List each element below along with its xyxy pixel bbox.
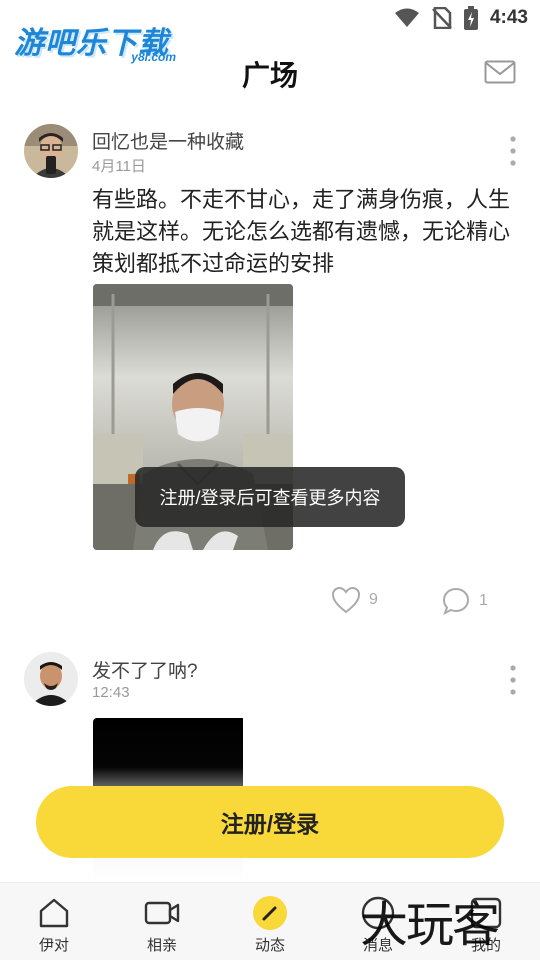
nav-label: 伊对 bbox=[38, 937, 69, 954]
mail-icon[interactable] bbox=[484, 60, 516, 84]
like-count: 9 bbox=[369, 591, 378, 608]
nav-label: 相亲 bbox=[146, 937, 177, 954]
login-button[interactable]: 注册/登录 bbox=[36, 786, 504, 858]
post-user-name[interactable]: 发不了了呐? bbox=[92, 656, 198, 683]
avatar[interactable] bbox=[24, 652, 78, 706]
nav-item-xiangqin[interactable]: 相亲 bbox=[108, 883, 216, 960]
like-button[interactable]: 9 bbox=[331, 586, 378, 614]
battery-icon bbox=[463, 6, 478, 30]
heart-icon bbox=[331, 586, 361, 614]
pen-icon bbox=[253, 896, 287, 930]
nav-item-dongtai[interactable]: 动态 bbox=[216, 883, 324, 960]
wifi-icon bbox=[394, 8, 419, 27]
post-user-name[interactable]: 回忆也是一种收藏 bbox=[92, 127, 244, 154]
more-icon[interactable] bbox=[510, 665, 516, 695]
post-text: 有些路。不走不甘心，走了满身伤痕，人生就是这样。无论怎么选都有遗憾，无论精心策划… bbox=[92, 187, 511, 276]
status-time: 4:43 bbox=[489, 7, 528, 28]
more-icon[interactable] bbox=[510, 136, 516, 166]
avatar[interactable] bbox=[24, 124, 78, 178]
watermark-corner: 大玩客 bbox=[360, 897, 500, 953]
page-title: 广场 bbox=[241, 60, 298, 91]
home-icon bbox=[39, 898, 69, 928]
comment-button[interactable]: 1 bbox=[441, 586, 488, 616]
comment-icon bbox=[442, 587, 470, 616]
no-sim-icon bbox=[432, 7, 452, 29]
nav-label: 动态 bbox=[254, 937, 285, 954]
comment-count: 1 bbox=[479, 592, 488, 609]
status-icons: 4:43 bbox=[394, 6, 528, 30]
post-time: 4月11日 bbox=[92, 158, 146, 175]
login-toast: 注册/登录后可查看更多内容 bbox=[135, 467, 405, 527]
video-icon bbox=[144, 901, 180, 925]
post-time: 12:43 bbox=[92, 684, 130, 701]
nav-item-yidui[interactable]: 伊对 bbox=[0, 883, 108, 960]
